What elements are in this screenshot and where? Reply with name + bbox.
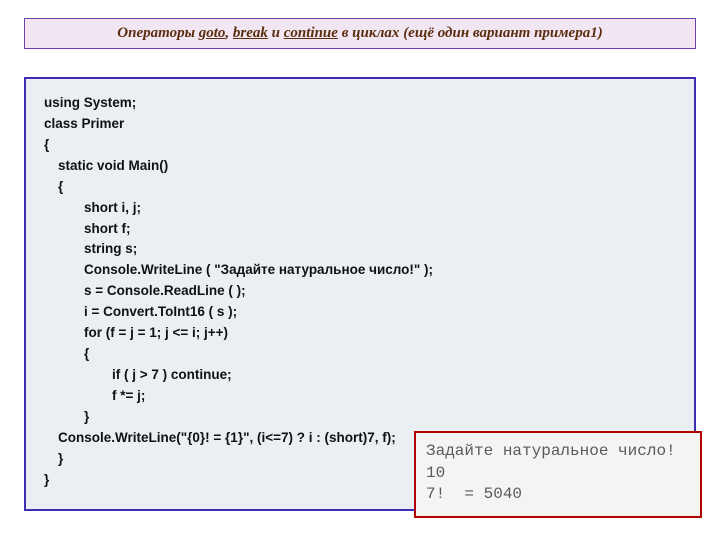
title-keyword-break: break — [233, 25, 268, 41]
code-line: s = Console.ReadLine ( ); — [84, 281, 676, 302]
output-line: 10 — [426, 464, 445, 482]
code-line: { — [58, 177, 676, 198]
code-line: short f; — [84, 219, 676, 240]
title-sep: , — [225, 25, 229, 41]
code-line: for (f = j = 1; j <= i; j++) — [84, 323, 676, 344]
title-keyword-goto: goto — [199, 25, 226, 41]
title-keyword-continue: continue — [284, 25, 338, 41]
code-line: Console.WriteLine ( "Задайте натуральное… — [84, 260, 676, 281]
code-line: short i, j; — [84, 198, 676, 219]
title-paren: (ещё один вариант примера1) — [403, 25, 603, 41]
code-line: using System; — [44, 93, 676, 114]
title-word: в циклах — [342, 25, 400, 41]
code-line: static void Main() — [58, 156, 676, 177]
title-word: Операторы — [117, 25, 195, 41]
code-line: if ( j > 7 ) continue; — [112, 365, 676, 386]
code-line: { — [44, 135, 676, 156]
code-line: class Primer — [44, 114, 676, 135]
code-line: i = Convert.ToInt16 ( s ); — [84, 302, 676, 323]
slide-title: Операторы goto, break и continue в цикла… — [24, 18, 696, 49]
code-line: { — [84, 344, 676, 365]
title-word: и — [272, 25, 280, 41]
code-line: string s; — [84, 239, 676, 260]
output-line: Задайте натуральное число! — [426, 442, 676, 460]
code-line: f *= j; — [112, 386, 676, 407]
code-line: } — [84, 407, 676, 428]
output-line: 7! = 5040 — [426, 485, 522, 503]
program-output: Задайте натуральное число! 10 7! = 5040 — [414, 431, 702, 518]
